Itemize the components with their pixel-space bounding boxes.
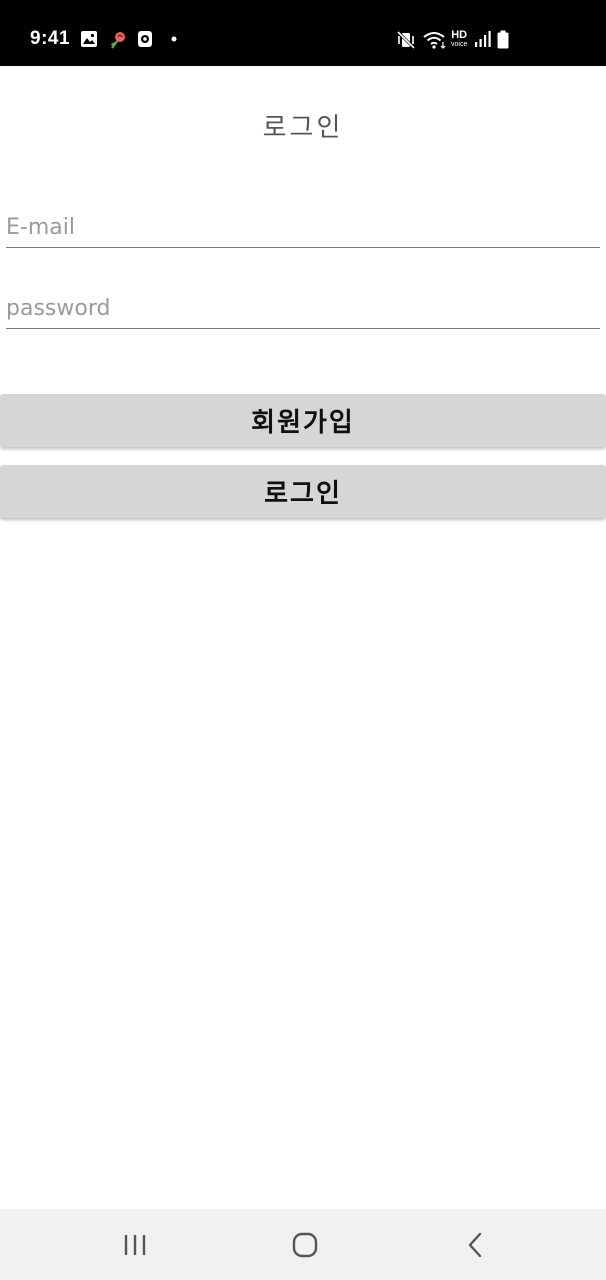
battery-icon xyxy=(496,30,510,50)
mute-vibrate-icon xyxy=(396,30,416,50)
back-icon xyxy=(468,1232,482,1257)
signup-button[interactable]: 회원가입 xyxy=(0,394,606,447)
back-button[interactable] xyxy=(425,1209,525,1280)
hd-sub-label: voice xyxy=(451,41,468,48)
dot-icon xyxy=(170,35,178,55)
home-icon xyxy=(292,1232,318,1257)
navigation-bar xyxy=(0,1209,606,1280)
status-bar: 9:41 HD voice xyxy=(0,0,606,66)
gallery-icon xyxy=(80,30,98,50)
hd-voice-icon: HD voice xyxy=(451,30,467,49)
status-time: 9:41 xyxy=(30,28,71,49)
signal-icon xyxy=(474,30,492,50)
rose-icon xyxy=(108,30,128,50)
recent-apps-icon xyxy=(124,1234,146,1255)
recent-apps-button[interactable] xyxy=(85,1209,185,1280)
home-button[interactable] xyxy=(255,1209,355,1280)
password-field[interactable] xyxy=(6,288,600,329)
page-title: 로그인 xyxy=(262,113,344,143)
hd-label: HD xyxy=(451,29,468,41)
login-button[interactable]: 로그인 xyxy=(0,465,606,518)
email-field[interactable] xyxy=(6,207,600,248)
cast-icon xyxy=(137,30,153,50)
wifi-icon xyxy=(422,30,448,50)
